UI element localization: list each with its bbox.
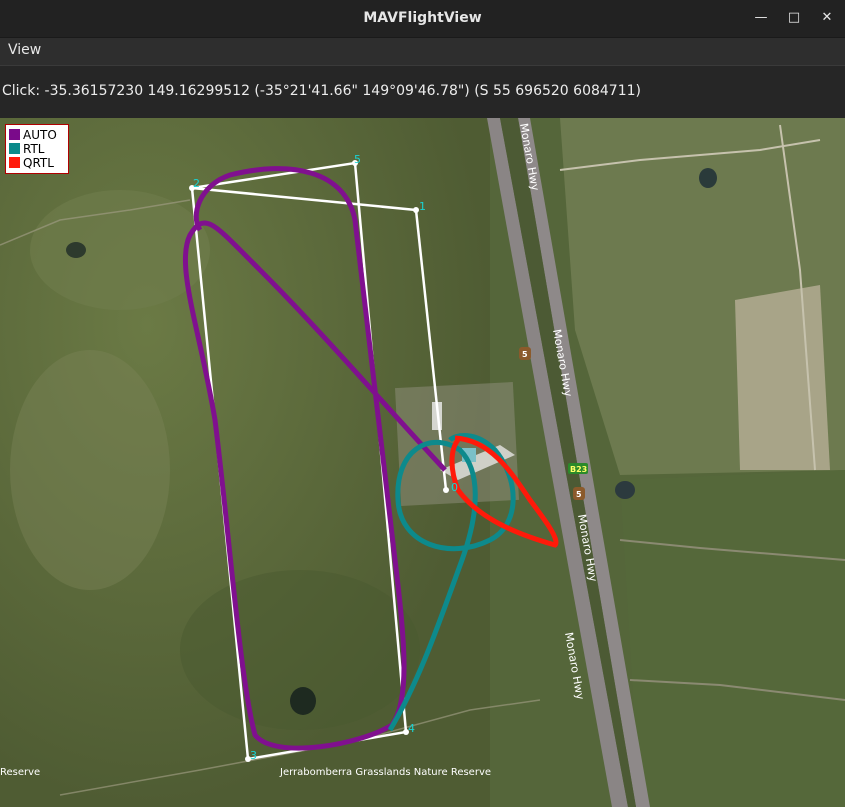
window-title: MAVFlightView (363, 10, 482, 26)
legend-item-auto: AUTO (9, 128, 57, 142)
place-label-reserve: Reserve (0, 767, 40, 778)
pond (615, 481, 635, 499)
legend-label: AUTO (23, 128, 57, 142)
pond (66, 242, 86, 258)
home-label: 0 (451, 481, 458, 494)
legend-swatch (9, 143, 20, 154)
waypoint-label-5: 5 (354, 153, 361, 166)
waypoint-label-2: 2 (193, 177, 200, 190)
pond (290, 687, 316, 715)
route-shield-label: 5 (522, 350, 528, 359)
waypoint-label-3: 3 (250, 749, 257, 762)
title-bar: MAVFlightView — □ ✕ (0, 0, 845, 37)
terrain-patch (10, 350, 170, 590)
route-shield-label: 5 (576, 490, 582, 499)
satellite-map[interactable]: 1 2 3 4 5 0 Monaro Hwy Monaro Hwy Monaro… (0, 118, 845, 807)
legend-label: RTL (23, 142, 45, 156)
close-icon[interactable]: ✕ (815, 6, 839, 30)
click-coordinates-text: Click: -35.36157230 149.16299512 (-35°21… (2, 83, 641, 99)
legend-label: QRTL (23, 156, 54, 170)
bare-paddock (735, 285, 830, 470)
legend-swatch (9, 157, 20, 168)
waypoint-label-1: 1 (419, 200, 426, 213)
map-canvas[interactable]: 1 2 3 4 5 0 Monaro Hwy Monaro Hwy Monaro… (0, 118, 845, 807)
home-marker[interactable] (443, 487, 449, 493)
terrain-patch (30, 190, 210, 310)
click-info-bar: Click: -35.36157230 149.16299512 (-35°21… (0, 65, 845, 119)
maximize-icon[interactable]: □ (782, 6, 806, 30)
flight-mode-legend: AUTO RTL QRTL (5, 124, 69, 174)
menu-bar: View (0, 37, 845, 65)
place-label-nature-reserve: Jerrabomberra Grasslands Nature Reserve (279, 767, 491, 778)
pond (699, 168, 717, 188)
legend-swatch (9, 129, 20, 140)
legend-item-qrtl: QRTL (9, 156, 54, 170)
route-shield-label: B23 (570, 465, 587, 474)
legend-item-rtl: RTL (9, 142, 44, 156)
farmland-paddock (620, 470, 845, 807)
menu-view[interactable]: View (8, 42, 41, 58)
minimize-icon[interactable]: — (749, 6, 773, 30)
waypoint-label-4: 4 (408, 722, 415, 735)
